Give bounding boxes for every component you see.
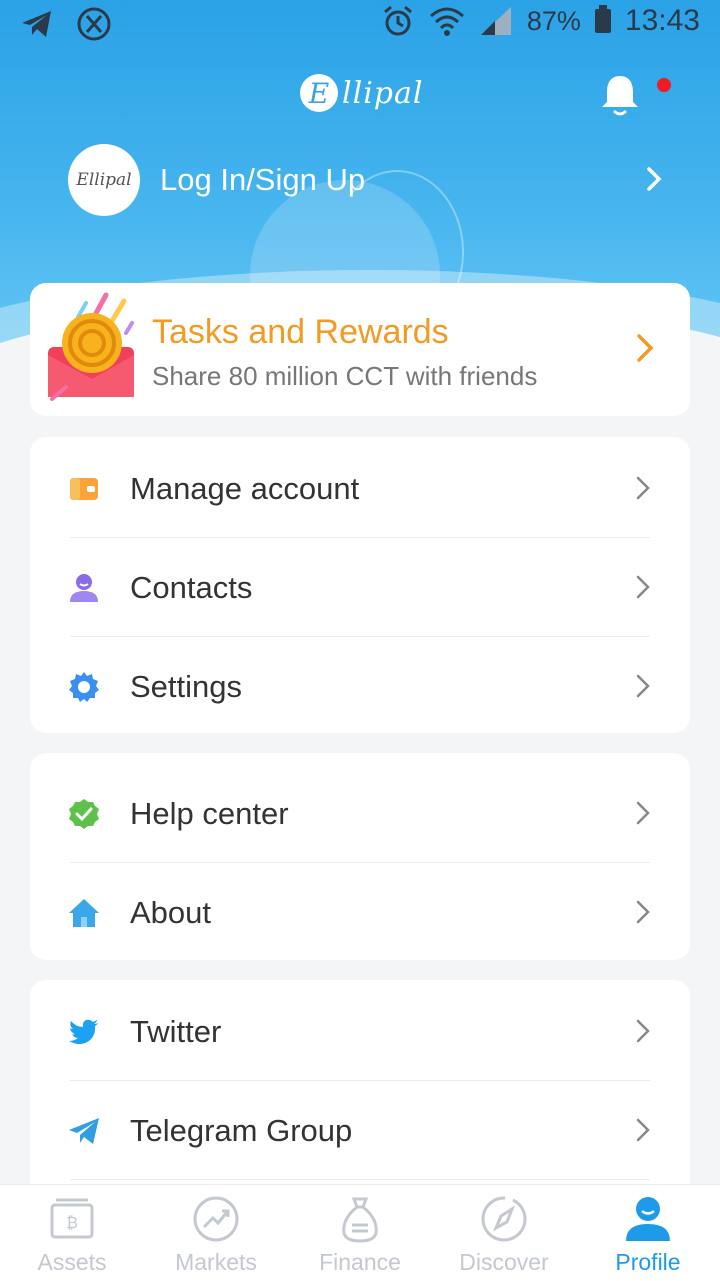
chevron-right-icon — [636, 801, 650, 825]
gear-icon — [69, 672, 99, 702]
chevron-right-icon — [636, 900, 650, 924]
tasks-rewards-card[interactable]: Tasks and Rewards Share 80 million CCT w… — [30, 283, 690, 416]
notification-dot — [657, 78, 671, 92]
reward-envelope-icon — [48, 292, 134, 401]
support-menu-card: Help center About — [30, 753, 690, 960]
contacts-icon — [70, 574, 98, 602]
profile-icon — [626, 1197, 670, 1241]
battery-percentage: 87% — [526, 5, 581, 36]
menu-label: Manage account — [130, 470, 360, 506]
menu-item-help-center[interactable]: Help center — [30, 764, 690, 863]
login-row[interactable]: Ellipal Log In/Sign Up — [68, 144, 668, 216]
menu-label: Telegram Group — [130, 1112, 353, 1148]
login-label: Log In/Sign Up — [160, 162, 366, 197]
menu-label: Settings — [130, 668, 243, 704]
tasks-title: Tasks and Rewards — [152, 313, 449, 351]
chevron-right-icon — [636, 1118, 650, 1142]
svg-text:₿: ₿ — [66, 1213, 78, 1232]
compass-icon — [481, 1196, 527, 1242]
menu-item-contacts[interactable]: Contacts — [30, 538, 690, 637]
nav-label: Markets — [175, 1249, 257, 1275]
menu-item-about[interactable]: About — [30, 863, 690, 962]
x-notification-icon — [77, 7, 111, 41]
wallet-icon — [70, 478, 98, 500]
signal-icon — [480, 7, 511, 35]
twitter-icon — [69, 1019, 98, 1044]
status-bar: 87% 13:43 — [0, 0, 720, 48]
bottom-nav: ₿ Assets Markets Finance Discover Profil… — [0, 1184, 720, 1281]
home-icon — [69, 899, 99, 927]
logo-text: llipal — [342, 75, 424, 111]
assets-icon: ₿ — [50, 1198, 94, 1239]
money-bag-icon — [342, 1197, 378, 1243]
chevron-right-icon — [636, 575, 650, 599]
battery-icon — [594, 5, 611, 33]
nav-label: Profile — [615, 1249, 681, 1275]
menu-item-telegram-group[interactable]: Telegram Group — [30, 1081, 690, 1180]
chevron-right-icon — [636, 1019, 650, 1043]
nav-finance[interactable]: Finance — [288, 1185, 432, 1281]
nav-label: Discover — [459, 1249, 549, 1275]
nav-label: Finance — [319, 1249, 401, 1275]
menu-label: Twitter — [130, 1013, 222, 1049]
account-menu-card: Manage account Contacts Settings — [30, 437, 690, 733]
menu-item-manage-account[interactable]: Manage account — [30, 439, 690, 538]
nav-assets[interactable]: ₿ Assets — [0, 1185, 144, 1281]
menu-label: Help center — [130, 795, 289, 831]
chevron-right-icon — [636, 476, 650, 500]
menu-label: About — [130, 894, 212, 930]
menu-item-settings[interactable]: Settings — [30, 637, 690, 736]
alarm-icon — [383, 5, 412, 36]
menu-item-twitter[interactable]: Twitter — [30, 982, 690, 1081]
ellipal-logo: E llipal — [300, 74, 423, 112]
nav-profile[interactable]: Profile — [576, 1185, 720, 1281]
verified-icon — [69, 799, 99, 829]
chevron-right-icon — [647, 167, 662, 191]
tasks-subtitle: Share 80 million CCT with friends — [152, 361, 538, 391]
chevron-right-icon — [637, 334, 654, 362]
bell-icon[interactable] — [598, 72, 642, 118]
nav-markets[interactable]: Markets — [144, 1185, 288, 1281]
markets-icon — [193, 1196, 239, 1242]
chevron-right-icon — [636, 674, 650, 698]
nav-discover[interactable]: Discover — [432, 1185, 576, 1281]
avatar: Ellipal — [68, 144, 140, 216]
clock: 13:43 — [624, 4, 700, 37]
telegram-icon — [69, 1118, 99, 1144]
nav-label: Assets — [37, 1249, 107, 1275]
telegram-notification-icon — [22, 11, 51, 37]
menu-label: Contacts — [130, 569, 253, 605]
wifi-icon — [429, 7, 464, 36]
